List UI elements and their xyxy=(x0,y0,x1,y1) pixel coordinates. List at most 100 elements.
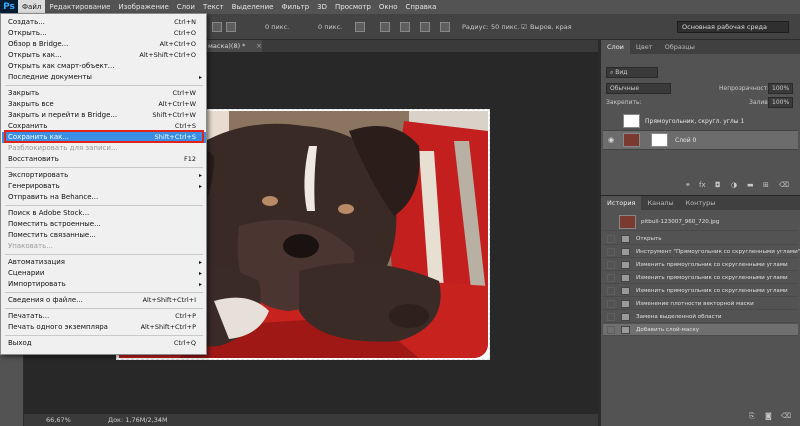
layer-row[interactable]: ◉ Слой 0 xyxy=(603,131,798,150)
tab-history[interactable]: История xyxy=(601,196,642,210)
history-source-checkbox[interactable] xyxy=(607,313,615,321)
menu-select[interactable]: Выделение xyxy=(228,0,278,14)
menu-item[interactable]: Открыть как смарт-объект... xyxy=(2,61,206,72)
link-icon[interactable] xyxy=(355,22,365,32)
tab-paths[interactable]: Контуры xyxy=(680,196,722,210)
menu-item[interactable]: Поместить встроенные... xyxy=(2,219,206,230)
link-layers-icon[interactable]: ⚭ xyxy=(685,181,691,189)
tab-swatches[interactable]: Образцы xyxy=(659,40,701,54)
workspace-select[interactable]: Основная рабочая среда xyxy=(677,21,789,33)
history-item[interactable]: Замена выделенной области xyxy=(603,311,798,323)
fill-input[interactable]: 100% xyxy=(768,97,793,108)
menu-item[interactable]: Печатать... Ctrl+P xyxy=(2,311,206,322)
history-item[interactable]: Добавить слой-маску xyxy=(603,324,798,336)
document-tab[interactable]: маска)(8) * xyxy=(206,40,262,52)
menu-item[interactable]: Обзор в Bridge... Alt+Ctrl+O xyxy=(2,39,206,50)
close-tab-icon[interactable]: × xyxy=(256,40,262,52)
history-item[interactable]: Изменить прямоугольник со скругленными у… xyxy=(603,272,798,284)
align-edges-checkbox[interactable]: ☑ xyxy=(521,14,527,40)
group-folder-icon[interactable]: ▬ xyxy=(747,181,754,189)
add-mask-icon[interactable]: ◘ xyxy=(715,181,721,189)
trash-icon[interactable]: ⌫ xyxy=(781,412,791,420)
tab-channels[interactable]: Каналы xyxy=(641,196,679,210)
history-item[interactable]: Изменение плотности векторной маски xyxy=(603,298,798,310)
menu-item[interactable]: Генерировать ▸ xyxy=(2,181,206,192)
new-document-icon[interactable]: ⎘ xyxy=(749,412,755,421)
path-align-icon[interactable] xyxy=(400,22,410,32)
blend-mode-select[interactable]: Обычные xyxy=(606,83,671,94)
menu-view[interactable]: Просмотр xyxy=(331,0,375,14)
eye-icon[interactable]: ◉ xyxy=(608,136,614,144)
path-arrange-icon[interactable] xyxy=(420,22,430,32)
history-source-checkbox[interactable] xyxy=(607,300,615,308)
history-step-icon xyxy=(621,274,630,282)
layer-row[interactable]: Прямоугольник, скругл. углы 1 xyxy=(603,112,798,131)
tab-color[interactable]: Цвет xyxy=(630,40,659,54)
menu-item-label: Обзор в Bridge... xyxy=(8,40,69,48)
menu-window[interactable]: Окно xyxy=(375,0,402,14)
menu-help[interactable]: Справка xyxy=(402,0,441,14)
layer-filter-select[interactable]: ⌕ Вид xyxy=(606,67,658,78)
path-ops-icon[interactable] xyxy=(380,22,390,32)
menu-layers[interactable]: Слои xyxy=(173,0,199,14)
menu-file[interactable]: Файл xyxy=(18,0,46,14)
menu-item[interactable]: Поместить связанные... xyxy=(2,230,206,241)
history-source-checkbox[interactable] xyxy=(607,274,615,282)
history-snapshot[interactable]: pitbull-123007_960_720.jpg xyxy=(603,213,798,231)
menu-item[interactable]: Сведения о файле... Alt+Shift+Ctrl+I xyxy=(2,295,206,306)
menu-item[interactable]: Закрыть Ctrl+W xyxy=(2,88,206,99)
menu-item[interactable]: Импортировать ▸ xyxy=(2,279,206,290)
menu-edit[interactable]: Редактирование xyxy=(45,0,114,14)
menu-item[interactable]: Открыть как... Alt+Shift+Ctrl+O xyxy=(2,50,206,61)
add-selection-icon[interactable] xyxy=(226,22,236,32)
history-item[interactable]: Изменить прямоугольник со скругленными у… xyxy=(603,285,798,297)
fx-icon[interactable]: fx xyxy=(699,181,706,189)
history-item[interactable]: Открыть xyxy=(603,233,798,245)
history-source-checkbox[interactable] xyxy=(607,248,615,256)
menu-item[interactable]: Поиск в Adobe Stock... xyxy=(2,208,206,219)
menu-item[interactable]: Автоматизация ▸ xyxy=(2,257,206,268)
adjustment-icon[interactable]: ◑ xyxy=(731,181,737,189)
new-selection-icon[interactable] xyxy=(212,22,222,32)
menu-3d[interactable]: 3D xyxy=(313,0,331,14)
menu-item[interactable]: Создать... Ctrl+N xyxy=(2,17,206,28)
status-chevron-icon[interactable]: › xyxy=(158,414,161,426)
new-layer-icon[interactable]: ⊞ xyxy=(763,181,769,189)
history-source-checkbox[interactable] xyxy=(607,235,615,243)
settings-gear-icon[interactable] xyxy=(440,22,450,32)
tab-layers[interactable]: Слои xyxy=(601,40,630,54)
menu-item[interactable]: Открыть... Ctrl+O xyxy=(2,28,206,39)
menu-item-label: Сценарии xyxy=(8,269,45,277)
history-item[interactable]: Изменить прямоугольник со скругленными у… xyxy=(603,259,798,271)
history-item-label: Изменить прямоугольник со скругленными у… xyxy=(636,275,788,281)
camera-snapshot-icon[interactable]: ◙ xyxy=(765,412,772,420)
opacity-input[interactable]: 100% xyxy=(768,83,793,94)
zoom-level[interactable]: 66,67% xyxy=(46,414,71,426)
menu-item[interactable]: Последние документы ▸ xyxy=(2,72,206,83)
layer-mask-thumbnail xyxy=(651,133,668,147)
menu-item[interactable]: Отправить на Behance... xyxy=(2,192,206,203)
snapshot-thumbnail xyxy=(619,215,636,229)
menu-item[interactable]: Экспортировать ▸ xyxy=(2,170,206,181)
history-source-checkbox[interactable] xyxy=(607,287,615,295)
history-source-checkbox[interactable] xyxy=(607,261,615,269)
trash-icon[interactable]: ⌫ xyxy=(779,181,789,189)
menu-type[interactable]: Текст xyxy=(199,0,228,14)
width-value[interactable]: 0 пикс. xyxy=(318,14,342,40)
menu-filter[interactable]: Фильтр xyxy=(277,0,313,14)
menu-item[interactable]: Сценарии ▸ xyxy=(2,268,206,279)
menu-image[interactable]: Изображение xyxy=(114,0,172,14)
feather-value[interactable]: 0 пикс. xyxy=(265,14,289,40)
menu-item-label: Закрыть все xyxy=(8,100,54,108)
history-item[interactable]: Инструмент "Прямоугольник со скругленным… xyxy=(603,246,800,258)
menu-item[interactable]: Печать одного экземпляра Alt+Shift+Ctrl+P xyxy=(2,322,206,333)
history-source-checkbox[interactable] xyxy=(607,326,615,334)
menu-item-shortcut: Ctrl+Q xyxy=(173,339,196,347)
menu-item[interactable]: Выход Ctrl+Q xyxy=(2,338,206,349)
menu-item[interactable]: Закрыть все Alt+Ctrl+W xyxy=(2,99,206,110)
radius-value[interactable]: 50 пикс. xyxy=(491,14,519,40)
history-item-label: Открыть xyxy=(636,236,662,242)
menu-item[interactable]: Восстановить F12 xyxy=(2,154,206,165)
menu-item[interactable]: Закрыть и перейти в Bridge... Shift+Ctrl+… xyxy=(2,110,206,121)
menu-item-label: Поместить встроенные... xyxy=(8,220,101,228)
